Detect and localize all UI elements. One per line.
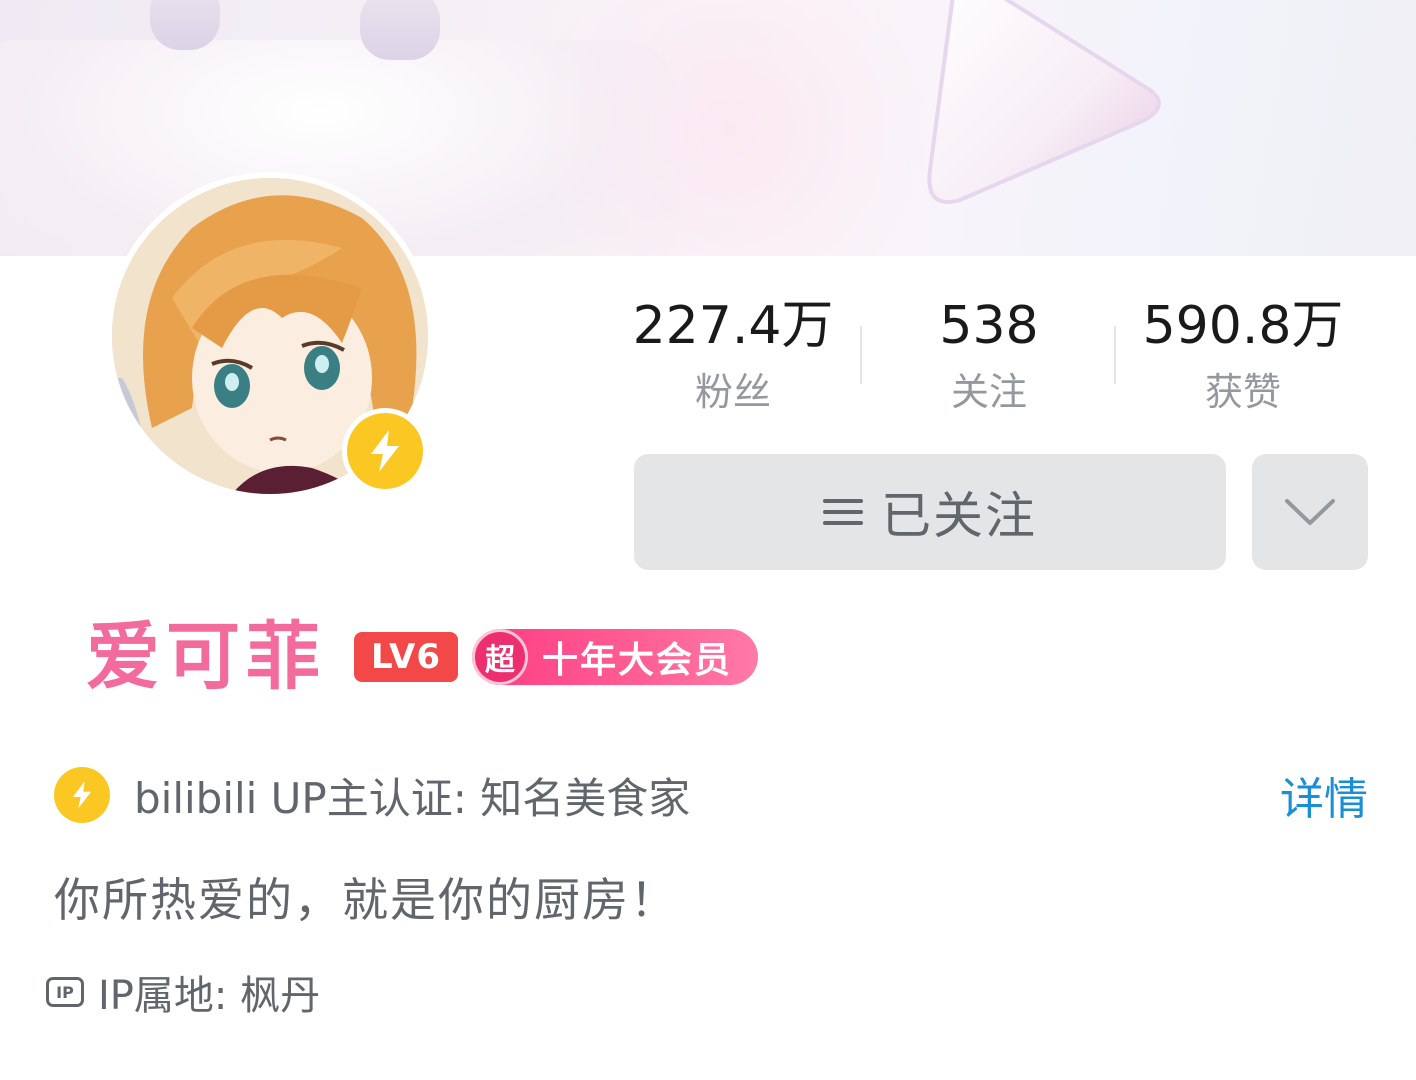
username: 爱可菲 (86, 614, 326, 700)
ip-location-text: IP属地: 枫丹 (98, 973, 321, 1019)
name-row: 爱可菲 LV6 超 十年大会员 (86, 612, 759, 702)
followed-button[interactable]: 已关注 (634, 454, 1226, 570)
detail-link[interactable]: 详情 (1280, 763, 1368, 827)
stat-fans[interactable]: 227.4万 粉丝 (606, 290, 860, 420)
lightning-icon (54, 767, 110, 823)
stats-row: 227.4万 粉丝 538 关注 590.8万 获赞 (606, 290, 1368, 430)
signature: 你所热爱的，就是你的厨房！ (54, 873, 678, 927)
more-options-button[interactable] (1252, 454, 1368, 570)
lightning-icon (371, 430, 399, 472)
stat-likes[interactable]: 590.8万 获赞 (1116, 290, 1370, 420)
stat-value: 538 (939, 296, 1039, 356)
vip-badge-text: 十年大会员 (542, 640, 733, 681)
stat-label: 获赞 (1204, 370, 1281, 414)
chevron-down-icon (1285, 499, 1335, 525)
ip-location-row: IP IP属地: 枫丹 (46, 964, 320, 1020)
certification-row: bilibili UP主认证: 知名美食家 详情 (54, 762, 1368, 828)
level-badge[interactable]: LV6 (354, 632, 458, 682)
stat-value: 227.4万 (632, 296, 834, 356)
certification-text: bilibili UP主认证: 知名美食家 (134, 773, 691, 823)
vip-badge[interactable]: 超 十年大会员 (472, 629, 759, 685)
stat-label: 关注 (950, 370, 1027, 414)
level-badge-text: LV6 (371, 637, 441, 677)
followed-button-label: 已关注 (881, 487, 1037, 545)
stat-label: 粉丝 (694, 370, 771, 414)
verified-badge (342, 408, 428, 494)
ip-icon: IP (46, 977, 84, 1007)
stat-value: 590.8万 (1142, 296, 1344, 356)
stat-following[interactable]: 538 关注 (862, 290, 1116, 420)
vip-badge-icon: 超 (472, 629, 528, 685)
menu-icon (823, 499, 863, 525)
